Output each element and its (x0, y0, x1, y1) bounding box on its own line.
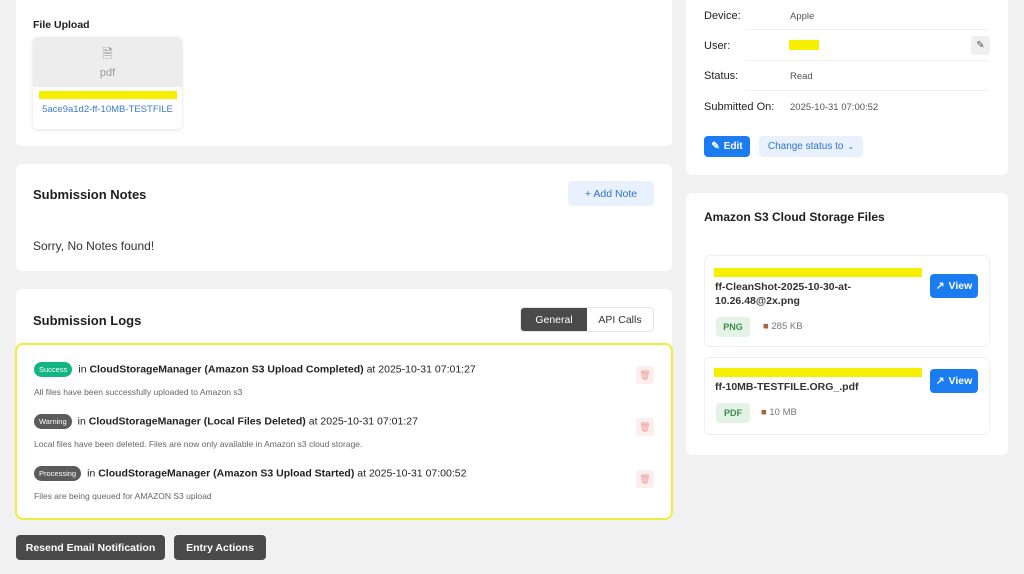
submission-logs-card: Submission Logs General API Calls Succes… (15, 289, 673, 520)
external-link-icon: ↗ (935, 375, 945, 387)
log-prefix: in (87, 467, 96, 480)
log-description: Files are being queued for AMAZON S3 upl… (34, 491, 212, 501)
view-label: View (948, 280, 973, 292)
resend-email-button[interactable]: Resend Email Notification (16, 535, 165, 560)
entry-actions-button[interactable]: Entry Actions (174, 535, 266, 560)
external-link-icon: ↗ (935, 280, 945, 292)
log-badge: Success (34, 362, 73, 377)
edit-user-icon[interactable]: ✎ (971, 36, 990, 55)
log-time: at 2025-10-31 07:01:27 (308, 415, 418, 428)
add-note-button[interactable]: + Add Note (568, 181, 654, 206)
edit-button[interactable]: ✎ Edit (704, 136, 750, 157)
log-source: CloudStorageManager (Local Files Deleted… (88, 415, 306, 428)
tab-general[interactable]: General (521, 308, 587, 331)
view-file-button[interactable]: ↗ View (930, 274, 978, 298)
user-label: User: (704, 40, 731, 52)
log-prefix: in (78, 363, 87, 376)
log-entry: Success in CloudStorageManager (Amazon S3… (34, 362, 654, 397)
change-status-dropdown[interactable]: Change status to ⌄ (759, 136, 863, 157)
log-time: at 2025-10-31 07:01:27 (366, 363, 476, 376)
package-icon: ■ (763, 321, 769, 332)
entry-info-card: Device: Apple User: ✎ Status: Read Submi… (686, 0, 1008, 175)
log-badge: Warning (34, 414, 72, 429)
s3-file-item: ff-10MB-TESTFILE.ORG_.pdf ↗ View PDF ■ 10… (704, 357, 990, 435)
file-size-value: 10 MB (769, 407, 797, 418)
edit-label: Edit (723, 141, 743, 152)
file-size-value: 285 KB (771, 321, 803, 332)
log-source: CloudStorageManager (Amazon S3 Upload St… (98, 467, 355, 480)
file-type-badge: PNG (716, 317, 750, 337)
device-label: Device: (704, 10, 741, 22)
device-value: Apple (790, 11, 815, 22)
s3-files-card: Amazon S3 Cloud Storage Files ff-CleanSh… (686, 193, 1008, 455)
file-size: ■ 285 KB (763, 321, 803, 332)
delete-log-button[interactable]: 🗑 (636, 366, 654, 384)
file-thumbnail[interactable]: 🗎 pdf 5ace9a1d2-ff-10MB-TESTFILE (33, 37, 182, 129)
log-time: at 2025-10-31 07:00:52 (357, 467, 467, 480)
s3-title: Amazon S3 Cloud Storage Files (704, 210, 885, 224)
file-name-link[interactable]: 5ace9a1d2-ff-10MB-TESTFILE (33, 104, 182, 115)
file-upload-label: File Upload (33, 19, 90, 31)
s3-file-name: ff-CleanShot-2025-10-30-at-10.26.48@2x.p… (715, 281, 851, 307)
view-label: View (948, 375, 973, 387)
package-icon: ■ (761, 407, 767, 418)
log-entry: Processing in CloudStorageManager (Amazon… (34, 466, 654, 501)
log-entry: Warning in CloudStorageManager (Local Fil… (34, 414, 654, 449)
delete-log-button[interactable]: 🗑 (636, 418, 654, 436)
submitted-label: Submitted On: (704, 101, 775, 113)
pencil-icon: ✎ (711, 141, 720, 152)
notes-empty-text: Sorry, No Notes found! (33, 239, 155, 253)
log-source: CloudStorageManager (Amazon S3 Upload Co… (89, 363, 364, 376)
log-prefix: in (77, 415, 86, 428)
file-type-label: pdf (99, 67, 116, 79)
status-label: Status: (704, 70, 739, 82)
s3-file-item: ff-CleanShot-2025-10-30-at-10.26.48@2x.p… (704, 255, 990, 347)
status-value: Read (790, 71, 813, 82)
view-file-button[interactable]: ↗ View (930, 369, 978, 393)
s3-file-name: ff-10MB-TESTFILE.ORG_.pdf (715, 381, 859, 393)
file-upload-card: File Upload 🗎 pdf 5ace9a1d2-ff-10MB-TEST… (16, 0, 672, 146)
log-description: Local files have been deleted. Files are… (34, 439, 363, 449)
submission-notes-card: Submission Notes + Add Note Sorry, No No… (16, 164, 672, 271)
logs-list: Success in CloudStorageManager (Amazon S3… (15, 343, 673, 520)
log-badge: Processing (34, 466, 82, 481)
delete-log-button[interactable]: 🗑 (636, 470, 654, 488)
tab-api-calls[interactable]: API Calls (587, 308, 653, 331)
change-status-label: Change status to (767, 141, 844, 152)
notes-title: Submission Notes (33, 187, 147, 202)
logs-title: Submission Logs (33, 313, 142, 328)
submitted-value: 2025-10-31 07:00:52 (790, 102, 879, 113)
document-icon: 🗎 (102, 46, 113, 61)
logs-tabs: General API Calls (520, 307, 654, 332)
log-description: All files have been successfully uploade… (34, 387, 243, 397)
file-size: ■ 10 MB (761, 407, 797, 418)
file-type-badge: PDF (716, 403, 750, 423)
chevron-down-icon: ⌄ (847, 142, 855, 151)
